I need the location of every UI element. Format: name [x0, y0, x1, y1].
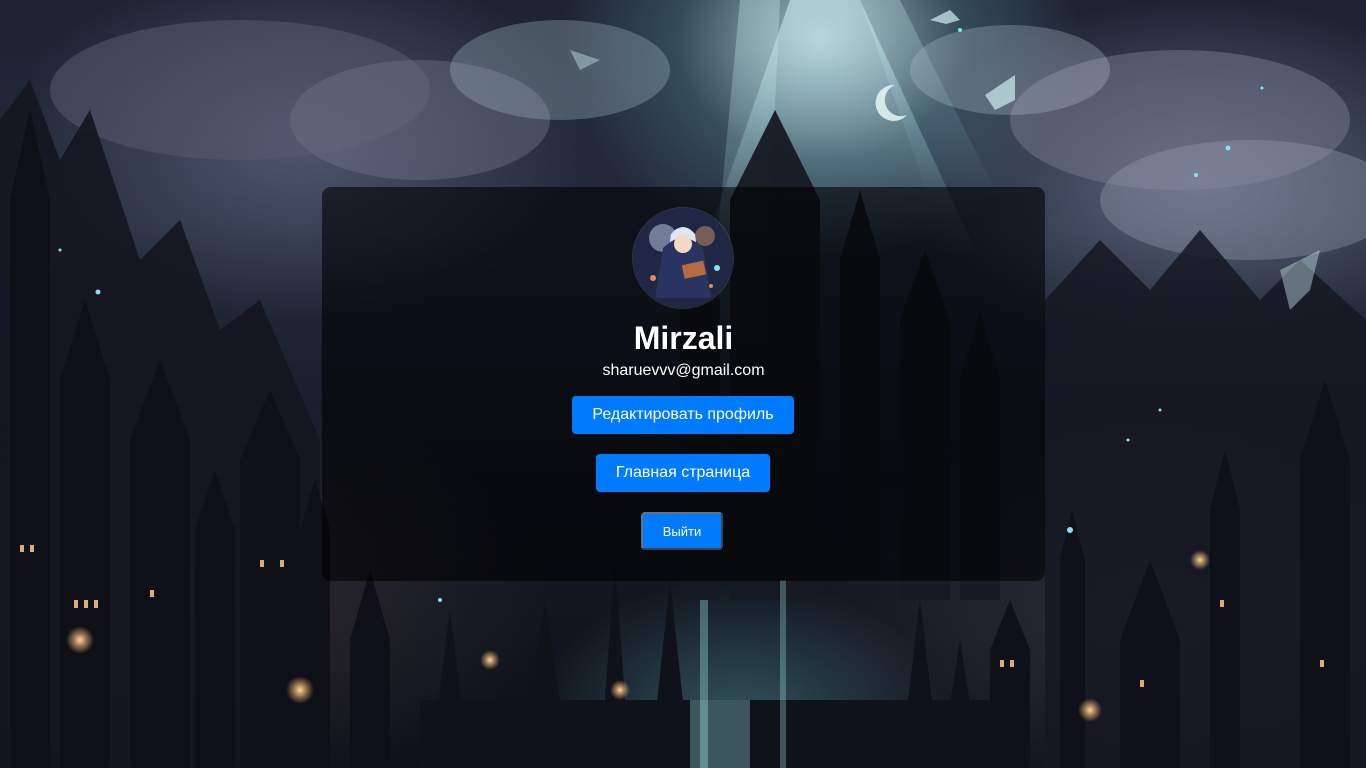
- avatar-image-icon: [633, 208, 733, 308]
- logout-button[interactable]: Выйти: [641, 512, 723, 550]
- profile-username: Mirzali: [633, 320, 734, 356]
- profile-page: Mirzali sharuevvv@gmail.com Редактироват…: [0, 0, 1366, 768]
- profile-card: Mirzali sharuevvv@gmail.com Редактироват…: [322, 187, 1045, 581]
- profile-email: sharuevvv@gmail.com: [602, 362, 765, 379]
- avatar: [633, 208, 733, 308]
- edit-profile-button[interactable]: Редактировать профиль: [572, 396, 794, 434]
- home-page-button[interactable]: Главная страница: [596, 454, 770, 492]
